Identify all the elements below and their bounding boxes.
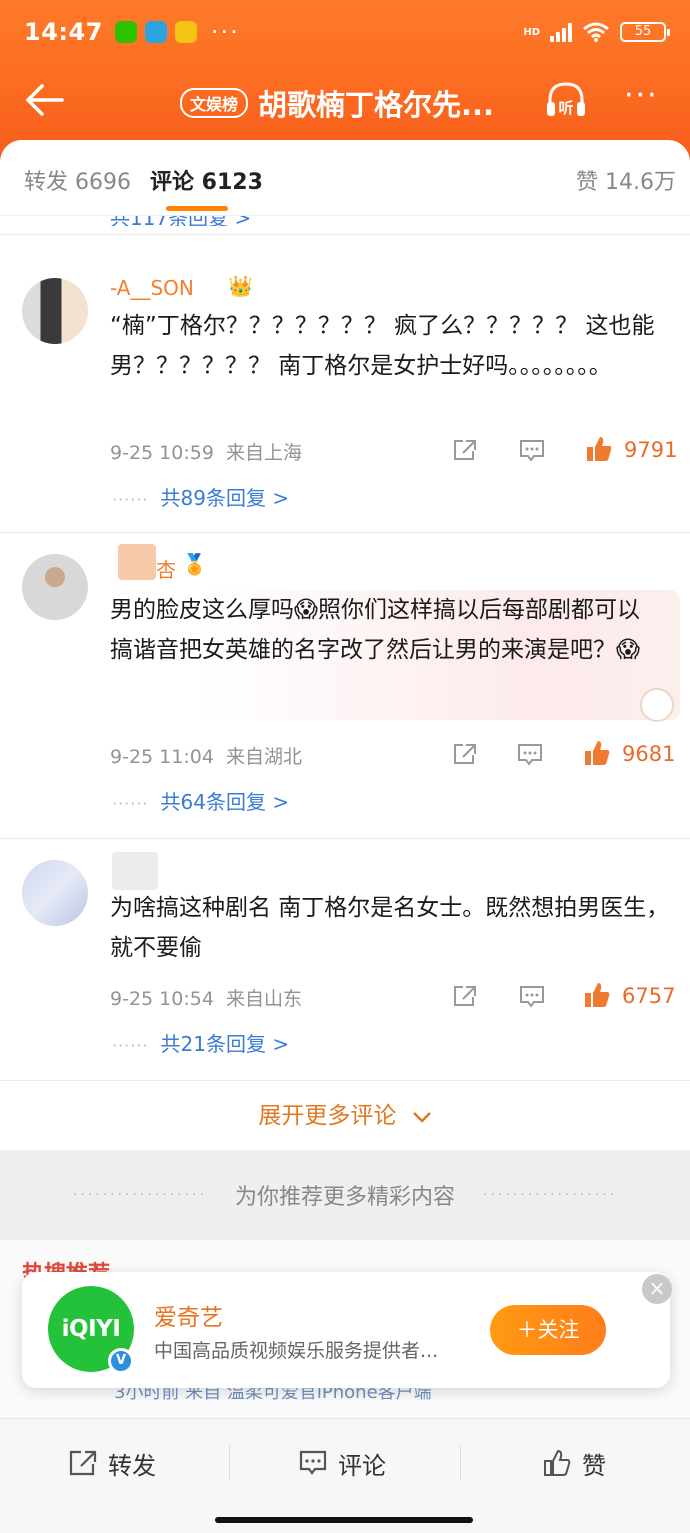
- replies-link[interactable]: ······ 共21条回复 >: [112, 1028, 289, 1057]
- like-count: 9681: [622, 742, 676, 766]
- comment-location: 来自山东: [225, 988, 302, 1010]
- like-thumb-icon[interactable]: [582, 738, 612, 768]
- thumbs-up-icon: [544, 1449, 571, 1476]
- nav-bar: 文娱榜 胡歌楠丁格尔先... 听 ···: [0, 70, 690, 130]
- more-notifications-icon: ···: [210, 18, 240, 46]
- crown-badge-icon: 👑: [228, 274, 253, 298]
- network-type: HD: [523, 26, 540, 38]
- weibo-icon: [174, 21, 197, 43]
- like-count: 9791: [624, 438, 678, 462]
- comment-location: 来自上海: [225, 442, 302, 464]
- comment-time: 9-25 11:04: [110, 746, 214, 768]
- home-indicator[interactable]: [215, 1517, 473, 1523]
- follow-button[interactable]: ＋关注: [490, 1305, 606, 1355]
- wifi-icon: [583, 22, 609, 42]
- like-count: 6757: [622, 984, 676, 1008]
- comment-text: 男的脸皮这么厚吗😱照你们这样搞以后每部剧都可以搞谐音把女英雄的名字改了然后让男的…: [110, 597, 640, 663]
- repost-icon: [69, 1450, 97, 1476]
- wechat-icon: [114, 21, 137, 43]
- avatar[interactable]: [22, 554, 88, 620]
- comment-time: 9-25 10:59: [110, 442, 214, 464]
- replies-link[interactable]: ······ 共64条回复 >: [112, 786, 289, 815]
- tab-comments[interactable]: 评论 6123: [150, 164, 263, 196]
- follow-promo-card: iQIYI V 爱奇艺 中国高品质视频娱乐服务提供者... ＋关注 ×: [22, 1272, 672, 1388]
- comment-button[interactable]: 评论: [298, 1443, 386, 1483]
- header: 14:47 ··· HD 55 文娱榜 胡歌楠丁格尔先... 听 ···: [0, 0, 690, 160]
- clock: 14:47: [24, 18, 103, 46]
- promo-account-name[interactable]: 爱奇艺: [154, 1298, 223, 1332]
- recommend-label: 为你推荐更多精彩内容: [234, 1185, 455, 1210]
- page-title: 胡歌楠丁格尔先...: [258, 88, 495, 122]
- expand-more-comments-button[interactable]: 展开更多评论: [0, 1080, 690, 1150]
- svg-text:听: 听: [558, 99, 573, 117]
- tab-bar: 转发 6696 评论 6123 赞 14.6万: [0, 140, 690, 216]
- username[interactable]: 杏: [156, 554, 176, 583]
- reply-icon[interactable]: [518, 984, 546, 1010]
- comment-location: 来自湖北: [225, 746, 302, 768]
- close-icon[interactable]: ×: [642, 1274, 672, 1304]
- comment-time: 9-25 10:54: [110, 988, 214, 1010]
- more-options-icon[interactable]: ···: [624, 81, 659, 111]
- signal-icon: [550, 22, 572, 42]
- telegram-icon: [144, 21, 167, 43]
- username[interactable]: [112, 852, 158, 890]
- back-arrow-icon[interactable]: [24, 82, 64, 118]
- reply-icon[interactable]: [516, 742, 544, 768]
- comment-meta: 9-25 10:54 来自山东: [110, 984, 302, 1011]
- comment-text: 为啥搞这种剧名 南丁格尔是名女士。既然想拍男医生，就不要偷: [110, 895, 670, 961]
- like-thumb-icon[interactable]: [584, 434, 614, 464]
- share-icon[interactable]: [452, 742, 478, 766]
- avatar[interactable]: [22, 860, 88, 926]
- username[interactable]: -A__SON: [110, 276, 194, 300]
- topic-tag[interactable]: 文娱榜: [180, 88, 249, 118]
- comment-icon: [299, 1450, 327, 1475]
- share-icon[interactable]: [452, 984, 478, 1008]
- avatar[interactable]: [22, 278, 88, 344]
- verified-badge-icon: V: [108, 1348, 134, 1374]
- recommend-divider: ·················· 为你推荐更多精彩内容 ··········…: [0, 1150, 690, 1240]
- comment-meta: 9-25 11:04 来自湖北: [110, 742, 302, 769]
- like-thumb-icon[interactable]: [582, 980, 612, 1010]
- status-bar: 14:47 ··· HD 55: [24, 10, 670, 54]
- listen-headphones-icon[interactable]: 听: [544, 80, 588, 120]
- sticker-icon: [640, 688, 674, 722]
- chevron-down-icon: [412, 1111, 431, 1123]
- promo-description: 中国高品质视频娱乐服务提供者...: [154, 1340, 439, 1362]
- tab-repost[interactable]: 转发 6696: [24, 164, 131, 196]
- tab-likes[interactable]: 赞 14.6万: [576, 164, 676, 196]
- reply-icon[interactable]: [518, 438, 546, 464]
- partial-replies-link[interactable]: 共117条回复 >: [110, 216, 251, 226]
- member-badge-icon: 🏅: [182, 552, 207, 576]
- battery-icon: 55: [620, 22, 670, 42]
- share-icon[interactable]: [452, 438, 478, 462]
- like-button[interactable]: 赞: [542, 1443, 606, 1483]
- bottom-action-bar: 转发 评论 赞: [0, 1418, 690, 1533]
- comment-meta: 9-25 10:59 来自上海: [110, 438, 302, 465]
- repost-button[interactable]: 转发: [68, 1443, 156, 1483]
- active-tab-indicator: [166, 206, 228, 211]
- replies-link[interactable]: ······ 共89条回复 >: [112, 482, 289, 511]
- comment-text: “楠”丁格尔？？？？？？？ 疯了么？？？？？ 这也能男？？？？？？ 南丁格尔是女…: [110, 313, 655, 379]
